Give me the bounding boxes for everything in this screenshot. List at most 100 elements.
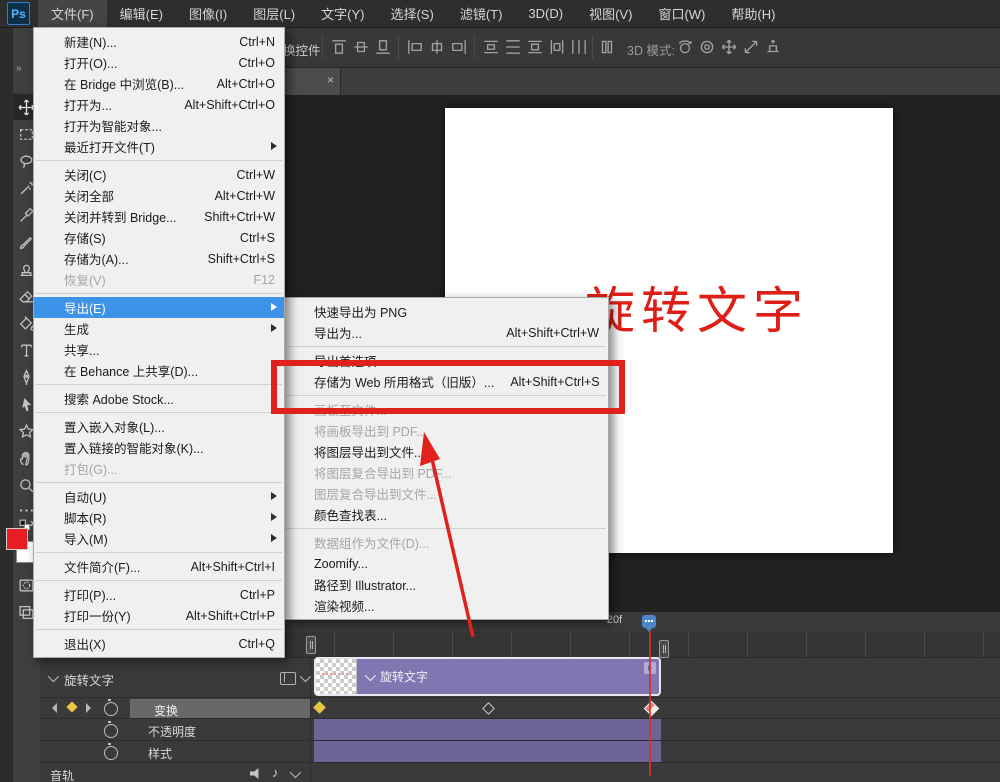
- distribute-left-edges-icon[interactable]: [548, 38, 566, 56]
- menu-item[interactable]: 存储(S)Ctrl+S: [34, 227, 284, 248]
- menubar-item[interactable]: 帮助(H): [718, 0, 788, 27]
- menu-item[interactable]: 共享...: [34, 339, 284, 360]
- align-right-edges-icon[interactable]: [450, 38, 468, 56]
- menu-item[interactable]: 恢复(V)F12: [34, 269, 284, 290]
- menu-separator: [36, 160, 282, 161]
- menu-item[interactable]: 打印(P)...Ctrl+P: [34, 584, 284, 605]
- clip-collapse-icon[interactable]: [365, 669, 376, 680]
- menu-item[interactable]: 图层复合导出到文件...: [284, 483, 608, 504]
- menu-item[interactable]: 自动(U): [34, 486, 284, 507]
- menu-item[interactable]: 打开(O)...Ctrl+O: [34, 52, 284, 73]
- audio-mute-icon[interactable]: [250, 768, 263, 779]
- menu-item[interactable]: 生成: [34, 318, 284, 339]
- transform-row-label[interactable]: 变换: [154, 702, 178, 719]
- tab-close-icon[interactable]: ×: [327, 73, 334, 87]
- menu-item[interactable]: 渲染视频...: [284, 595, 608, 616]
- align-horizontal-centers-icon[interactable]: [428, 38, 446, 56]
- separator: [322, 35, 323, 59]
- menubar-item[interactable]: 文件(F): [38, 0, 107, 27]
- next-keyframe-icon[interactable]: [86, 703, 91, 713]
- keyframe-middle[interactable]: [482, 702, 495, 715]
- menubar-item[interactable]: 文字(Y): [308, 0, 377, 27]
- menu-item[interactable]: 退出(X)Ctrl+Q: [34, 633, 284, 654]
- distribute-bottom-edges-icon[interactable]: [526, 38, 544, 56]
- menu-item[interactable]: 打开为...Alt+Shift+Ctrl+O: [34, 94, 284, 115]
- timeline-clip[interactable]: 旋转文字: [314, 657, 661, 696]
- menu-item[interactable]: 导出为...Alt+Shift+Ctrl+W: [284, 322, 608, 343]
- menu-item[interactable]: 打开为智能对象...: [34, 115, 284, 136]
- menu-item[interactable]: 快速导出为 PNG: [284, 301, 608, 322]
- separator: [474, 35, 475, 59]
- menu-item[interactable]: 将画板导出到 PDF...: [284, 420, 608, 441]
- align-vertical-centers-icon[interactable]: [352, 38, 370, 56]
- menu-item[interactable]: 导入(M): [34, 528, 284, 549]
- menu-item[interactable]: 数据组作为文件(D)...: [284, 532, 608, 553]
- menu-item[interactable]: 置入嵌入对象(L)...: [34, 416, 284, 437]
- group-collapse-icon[interactable]: [48, 671, 59, 682]
- menu-item[interactable]: 在 Bridge 中浏览(B)...Alt+Ctrl+O: [34, 73, 284, 94]
- work-area-end-handle[interactable]: [659, 640, 669, 658]
- menu-item[interactable]: 颜色查找表...: [284, 504, 608, 525]
- style-row-label[interactable]: 样式: [148, 745, 172, 762]
- menu-item[interactable]: 最近打开文件(T): [34, 136, 284, 157]
- keyframe-current[interactable]: [644, 701, 660, 717]
- menubar-item[interactable]: 视图(V): [576, 0, 645, 27]
- menu-item[interactable]: 在 Behance 上共享(D)...: [34, 360, 284, 381]
- menu-item[interactable]: 打印一份(Y)Alt+Shift+Ctrl+P: [34, 605, 284, 626]
- menu-item[interactable]: 导出(E): [34, 297, 284, 318]
- previous-keyframe-icon[interactable]: [52, 703, 57, 713]
- align-left-edges-icon[interactable]: [406, 38, 424, 56]
- work-area-start-handle[interactable]: [306, 636, 316, 654]
- 3d-drag-icon[interactable]: [720, 38, 738, 56]
- menu-item[interactable]: 将图层导出到文件...: [284, 441, 608, 462]
- align-top-edges-icon[interactable]: [330, 38, 348, 56]
- playhead-icon[interactable]: [642, 615, 656, 628]
- playhead-line[interactable]: [649, 631, 651, 776]
- menubar-item[interactable]: 编辑(E): [107, 0, 176, 27]
- menu-item[interactable]: 关闭并转到 Bridge...Shift+Ctrl+W: [34, 206, 284, 227]
- menubar-item[interactable]: 滤镜(T): [447, 0, 516, 27]
- menu-item[interactable]: 搜索 Adobe Stock...: [34, 388, 284, 409]
- menubar-item[interactable]: 图层(L): [240, 0, 308, 27]
- distribute-top-edges-icon[interactable]: [482, 38, 500, 56]
- 3d-rotate-icon[interactable]: [676, 38, 694, 56]
- menu-item[interactable]: 脚本(R): [34, 507, 284, 528]
- distribute-spacing-icon[interactable]: [598, 38, 616, 56]
- menubar-item[interactable]: 3D(D): [515, 0, 576, 27]
- music-note-icon[interactable]: ♪: [272, 765, 279, 780]
- menu-item[interactable]: 将图层复合导出到 PDF...: [284, 462, 608, 483]
- menu-item[interactable]: 存储为(A)...Shift+Ctrl+S: [34, 248, 284, 269]
- opacity-row-label[interactable]: 不透明度: [148, 723, 196, 740]
- menubar-item[interactable]: 图像(I): [176, 0, 240, 27]
- show-transform-controls-label[interactable]: 换控件: [283, 40, 321, 59]
- transform-stopwatch-icon[interactable]: [104, 702, 118, 716]
- menu-item[interactable]: 路径到 Illustrator...: [284, 574, 608, 595]
- menubar-item[interactable]: 选择(S): [377, 0, 446, 27]
- add-keyframe-icon[interactable]: [66, 701, 77, 712]
- menu-item[interactable]: 打包(G)...: [34, 458, 284, 479]
- menu-item[interactable]: Zoomify...: [284, 553, 608, 574]
- toolbar-collapse-icon[interactable]: »: [16, 63, 21, 74]
- opacity-stopwatch-icon[interactable]: [104, 724, 118, 738]
- distribute-vertical-centers-icon[interactable]: [504, 38, 522, 56]
- video-track-icon[interactable]: [280, 672, 296, 685]
- menu-item[interactable]: 文件简介(F)...Alt+Shift+Ctrl+I: [34, 556, 284, 577]
- keyframe-start[interactable]: [313, 701, 326, 714]
- align-bottom-edges-icon[interactable]: [374, 38, 392, 56]
- menubar-item[interactable]: 窗口(W): [645, 0, 718, 27]
- distribute-horizontal-centers-icon[interactable]: [570, 38, 588, 56]
- 3d-slide-icon[interactable]: [742, 38, 760, 56]
- audio-menu-chevron-icon[interactable]: [290, 767, 301, 778]
- menu-item[interactable]: 置入链接的智能对象(K)...: [34, 437, 284, 458]
- timeline-group-label[interactable]: 旋转文字: [64, 670, 114, 689]
- menu-item[interactable]: 新建(N)...Ctrl+N: [34, 31, 284, 52]
- foreground-color-swatch[interactable]: [6, 528, 28, 550]
- menu-item[interactable]: 关闭全部Alt+Ctrl+W: [34, 185, 284, 206]
- 3d-roll-icon[interactable]: [698, 38, 716, 56]
- 3d-scale-icon[interactable]: [764, 38, 782, 56]
- audio-track-label[interactable]: 音轨: [50, 767, 74, 782]
- style-stopwatch-icon[interactable]: [104, 746, 118, 760]
- submenu-arrow-icon: [271, 534, 277, 542]
- menu-item[interactable]: 关闭(C)Ctrl+W: [34, 164, 284, 185]
- highlight-box: [271, 360, 625, 414]
